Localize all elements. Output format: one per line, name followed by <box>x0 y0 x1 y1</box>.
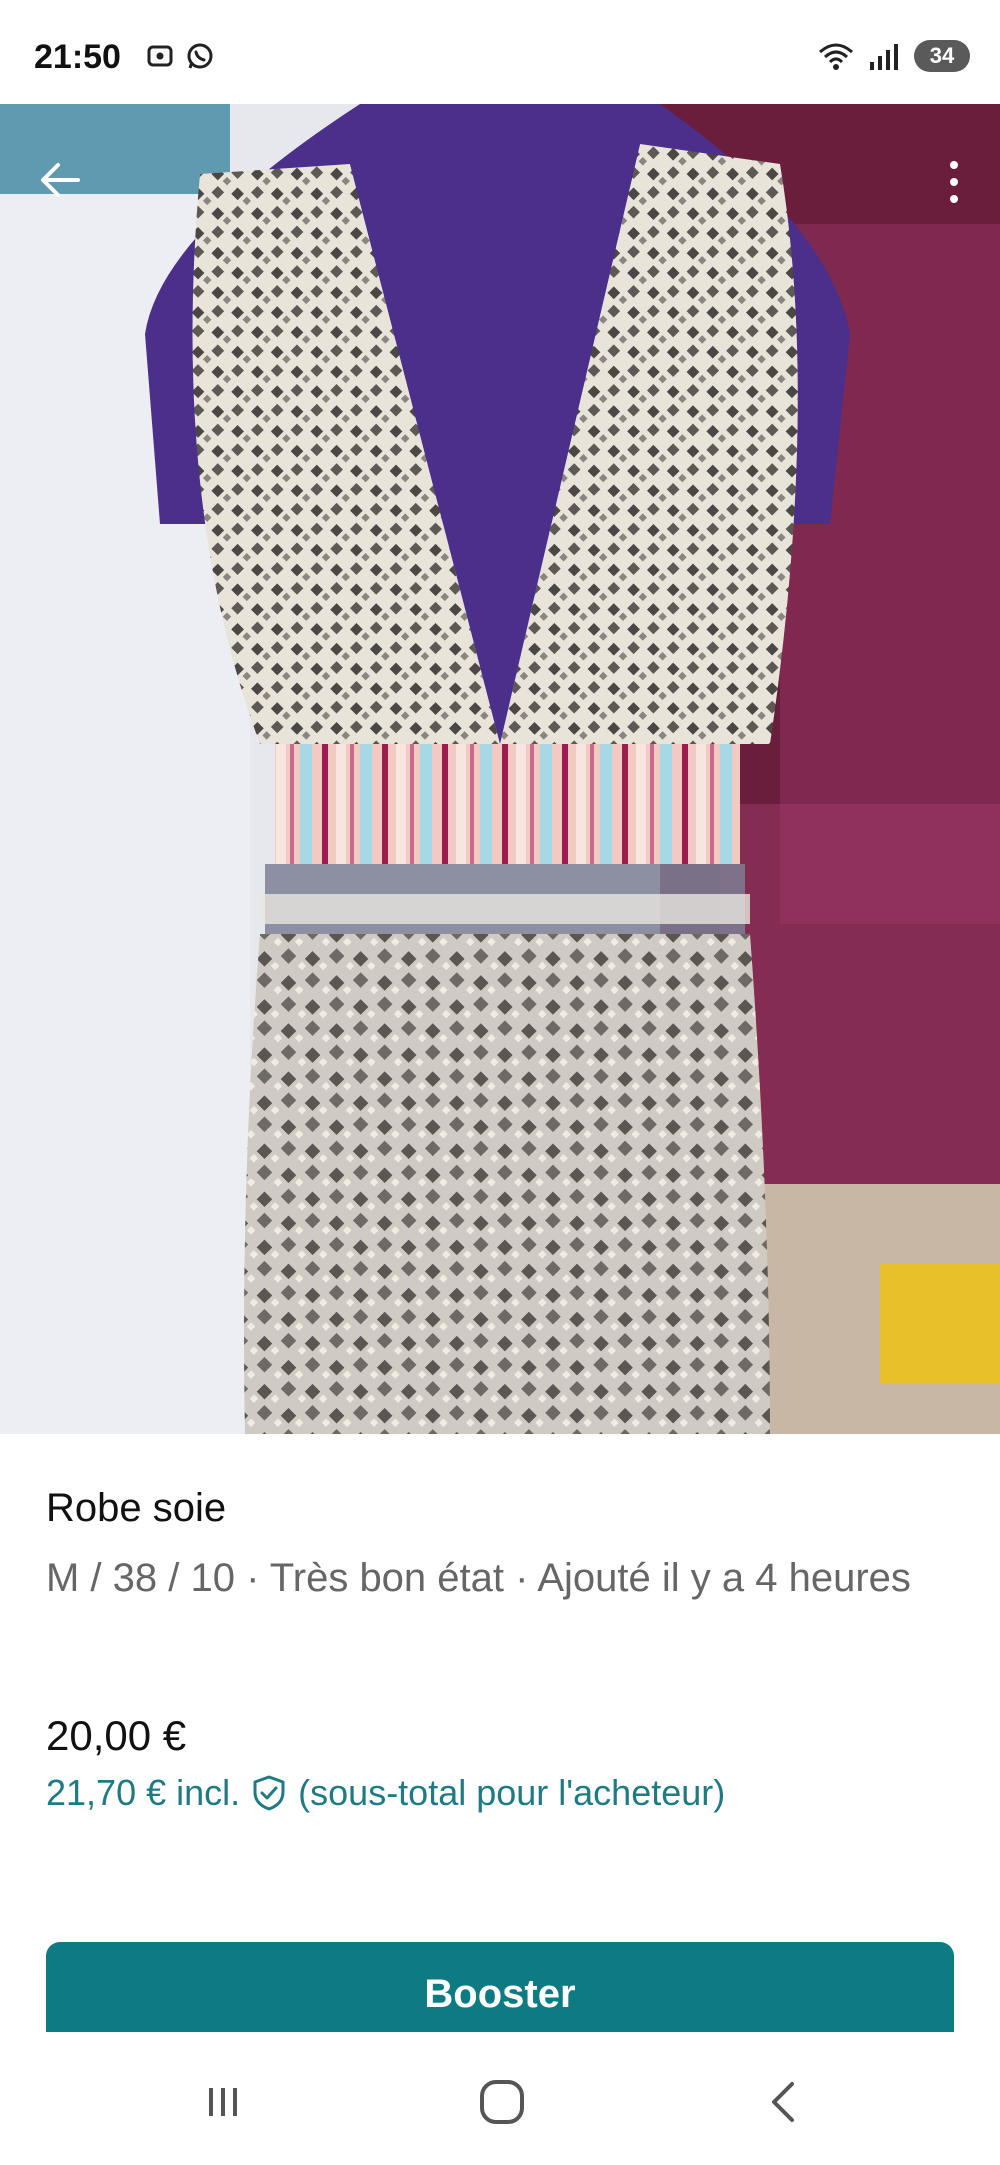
price-incl-label: incl. <box>176 1772 241 1813</box>
arrow-left-icon <box>41 163 80 197</box>
shield-check-icon <box>253 1775 285 1811</box>
screenshot-icon <box>147 45 173 67</box>
home-icon <box>480 2080 524 2124</box>
status-time: 21:50 <box>34 38 121 76</box>
item-price: 20,00 € <box>46 1712 187 1759</box>
item-details: M / 38 / 10 · Très bon état · Ajouté il … <box>46 1556 911 1600</box>
recent-apps-button[interactable] <box>183 2062 263 2142</box>
status-system-icons: 34 <box>816 40 970 72</box>
status-notification-icons <box>144 40 216 72</box>
product-image <box>0 104 1000 1434</box>
whatsapp-icon <box>187 43 213 69</box>
recent-apps-icon <box>209 2088 237 2116</box>
back-icon <box>772 2082 794 2122</box>
signal-icon <box>870 44 898 70</box>
nav-back-button[interactable] <box>744 2062 824 2142</box>
more-vertical-icon <box>950 178 958 186</box>
price-incl-note: (sous-total pour l'acheteur) <box>298 1772 726 1813</box>
back-button[interactable] <box>30 150 90 210</box>
boost-button[interactable]: Booster <box>46 1942 954 2032</box>
product-photo[interactable] <box>0 104 1000 1434</box>
buyer-protection-price[interactable]: 21,70 € incl. (sous-total pour l'acheteu… <box>46 1772 725 1814</box>
item-title: Robe soie <box>46 1486 227 1530</box>
status-bar: 21:50 34 <box>0 0 1000 104</box>
battery-icon: 34 <box>914 40 970 72</box>
more-vertical-icon <box>950 161 958 169</box>
price-incl-amount: 21,70 € <box>46 1772 167 1813</box>
wifi-icon <box>819 43 853 70</box>
battery-level: 34 <box>929 43 955 68</box>
home-button[interactable] <box>462 2062 542 2142</box>
system-navigation-bar <box>0 2032 1000 2165</box>
more-vertical-icon <box>950 195 958 203</box>
more-options-button[interactable] <box>934 150 974 214</box>
